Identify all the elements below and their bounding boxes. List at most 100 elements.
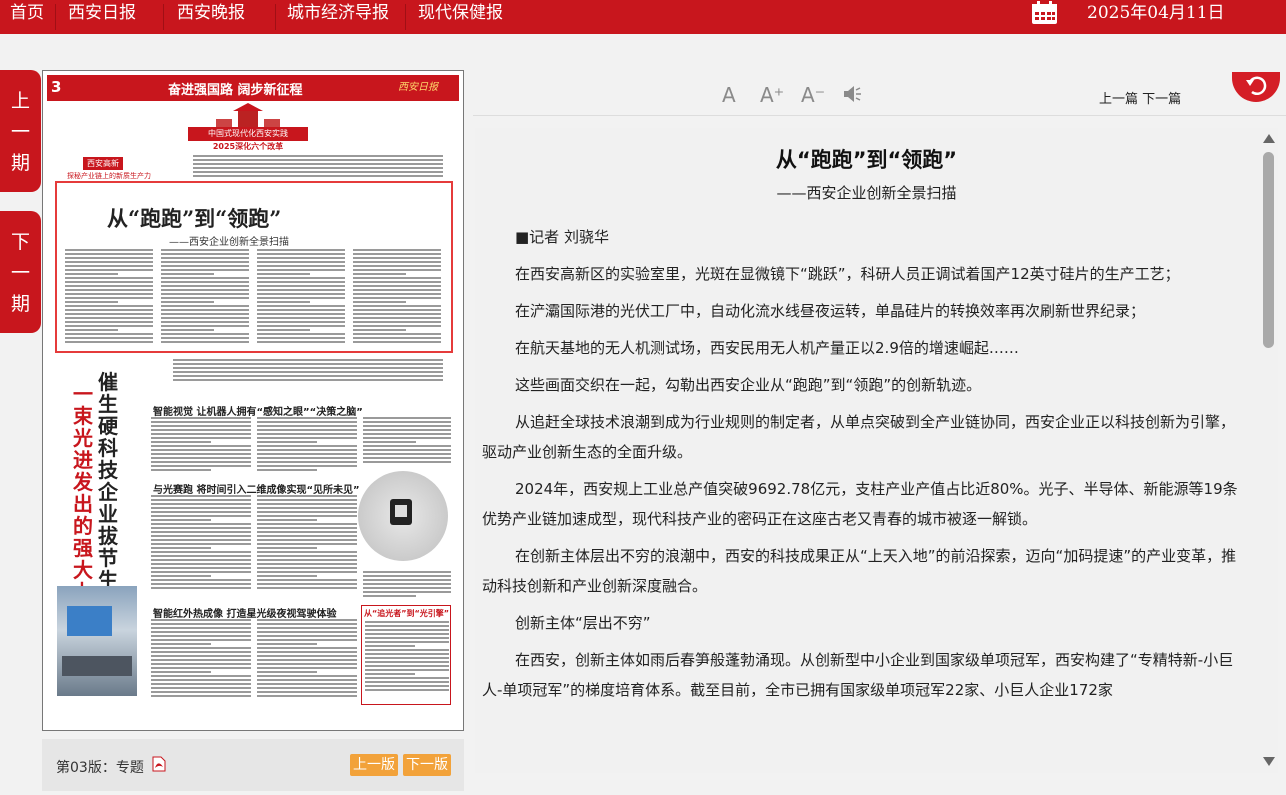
text-line	[363, 461, 451, 463]
text-line	[257, 679, 357, 681]
text-line	[257, 261, 345, 263]
side-label: 西安高新	[83, 157, 123, 170]
text-line	[151, 429, 251, 431]
page-header-title: 奋进强国路 阔步新征程	[168, 83, 303, 98]
text-line	[151, 511, 251, 513]
boxed-title: 从“跑跑”到“领跑”	[107, 206, 282, 231]
scroll-thumb[interactable]	[1263, 152, 1274, 348]
prev-page-button[interactable]: 上一版	[350, 754, 398, 776]
text-line	[151, 507, 251, 509]
text-line	[65, 301, 118, 303]
next-article-link[interactable]: 下一篇	[1142, 92, 1181, 107]
text-line	[257, 453, 357, 455]
text-line	[161, 289, 249, 291]
nav-xian-evening[interactable]: 西安晚报	[177, 0, 245, 34]
text-line	[257, 313, 345, 315]
selected-article-box[interactable]: 从“跑跑”到“领跑” ——西安企业创新全景扫描	[55, 181, 453, 353]
text-line	[173, 371, 443, 373]
text-line	[65, 317, 153, 319]
vertical-headline-2: 催生硬科技企业拔节生长	[98, 370, 118, 613]
text-line	[151, 647, 251, 649]
text-line	[151, 449, 251, 451]
back-arrow-icon[interactable]	[1232, 72, 1280, 104]
text-line	[65, 285, 153, 287]
text-line	[151, 519, 211, 521]
text-line	[151, 667, 251, 669]
calendar-icon[interactable]	[1031, 1, 1058, 25]
text-line	[151, 433, 251, 435]
prev-issue-tab[interactable]: 上 一 期	[0, 70, 41, 192]
article-paragraph: 在航天基地的无人机测试场，西安民用无人机产量正以2.9倍的增速崛起……	[515, 339, 1019, 357]
text-line	[353, 313, 441, 315]
text-line	[173, 359, 443, 361]
text-line	[161, 293, 249, 295]
text-line	[151, 575, 211, 577]
text-line	[151, 671, 211, 673]
text-line	[257, 691, 357, 693]
text-line	[161, 257, 249, 259]
text-line	[257, 635, 357, 637]
nav-city-economy[interactable]: 城市经济导报	[287, 0, 389, 34]
text-line	[161, 249, 249, 251]
text-line	[257, 495, 357, 497]
text-line	[257, 441, 317, 443]
text-line	[257, 623, 357, 625]
quote-title: 从“追光者”到“光引擎”	[364, 609, 450, 618]
text-line	[161, 317, 249, 319]
text-line	[257, 305, 345, 307]
speaker-icon[interactable]	[842, 85, 862, 103]
text-line	[151, 587, 251, 589]
text-line	[257, 417, 357, 419]
text-line	[151, 551, 251, 553]
nav-home[interactable]: 首页	[10, 0, 44, 34]
text-line	[353, 289, 441, 291]
text-line	[257, 687, 357, 689]
pdf-icon[interactable]	[152, 756, 166, 772]
text-line	[257, 527, 357, 529]
text-line	[161, 337, 249, 339]
prev-article-link[interactable]: 上一篇	[1099, 92, 1138, 107]
text-line	[257, 507, 357, 509]
text-line	[257, 663, 357, 665]
text-line	[353, 341, 441, 343]
side-sub: 探秘产业链上的新质生产力	[67, 172, 151, 180]
text-line	[65, 329, 118, 331]
text-line	[363, 437, 451, 439]
text-line	[193, 159, 443, 161]
text-line	[257, 253, 345, 255]
text-line	[151, 623, 251, 625]
next-page-button[interactable]: 下一版	[403, 754, 451, 776]
text-line	[257, 341, 345, 343]
font-default-button[interactable]: A	[722, 83, 736, 107]
text-line	[151, 679, 251, 681]
text-line	[353, 277, 441, 279]
article-scrollbar[interactable]	[1258, 128, 1278, 773]
next-issue-tab[interactable]: 下 一 期	[0, 211, 41, 333]
text-line	[257, 539, 357, 541]
font-decrease-button[interactable]: A⁻	[801, 83, 825, 107]
text-line	[151, 441, 211, 443]
text-line	[257, 421, 357, 423]
text-line	[257, 563, 357, 565]
nav-xian-daily[interactable]: 西安日报	[68, 0, 136, 34]
article-paragraph: 在西安，创新主体如雨后春笋般蓬勃涌现。从创新型中小企业到国家级单项冠军，西安构建…	[482, 651, 1234, 699]
text-line	[151, 659, 251, 661]
font-increase-button[interactable]: A⁺	[760, 83, 784, 107]
text-line	[257, 297, 345, 299]
text-line	[151, 523, 251, 525]
text-line	[151, 691, 251, 693]
text-line	[257, 683, 357, 685]
text-line	[257, 571, 357, 573]
text-line	[161, 253, 249, 255]
text-line	[353, 297, 441, 299]
newspaper-page-image[interactable]: 3 奋进强国路 阔步新征程 西安日报 中国式现代化西安实践 2025深化六个改革…	[42, 70, 464, 731]
article-paragraph: 从追赶全球技术浪潮到成为行业规则的制定者，从单点突破到全产业链协同，西安企业正以…	[482, 413, 1236, 461]
nav-modern-health[interactable]: 现代保健报	[418, 0, 503, 34]
text-line	[151, 417, 251, 419]
text-line	[151, 555, 251, 557]
scroll-down-arrow-icon[interactable]	[1263, 757, 1275, 766]
text-line	[257, 469, 317, 471]
text-line	[257, 329, 310, 331]
scroll-up-arrow-icon[interactable]	[1263, 134, 1275, 143]
text-line	[353, 285, 441, 287]
